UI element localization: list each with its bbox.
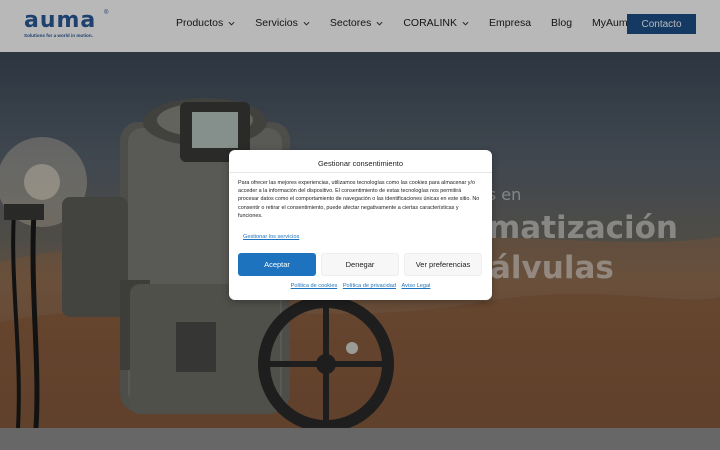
consent-message: Para ofrecer las mejores experiencias, u… bbox=[238, 180, 480, 219]
accept-button[interactable]: Aceptar bbox=[238, 253, 316, 276]
legal-notice-link[interactable]: Aviso Legal bbox=[402, 283, 431, 289]
consent-policy-links: Política de cookies Política de privacid… bbox=[229, 283, 492, 289]
cookie-policy-link[interactable]: Política de cookies bbox=[291, 283, 338, 289]
privacy-policy-link[interactable]: Política de privacidad bbox=[343, 283, 396, 289]
deny-button[interactable]: Denegar bbox=[321, 253, 399, 276]
manage-services-link[interactable]: Gestionar los servicios bbox=[243, 234, 299, 240]
cookie-consent-dialog: Gestionar consentimiento Para ofrecer la… bbox=[229, 150, 492, 300]
divider bbox=[229, 172, 492, 173]
consent-title: Gestionar consentimiento bbox=[317, 159, 404, 168]
view-preferences-button[interactable]: Ver preferencias bbox=[404, 253, 482, 276]
